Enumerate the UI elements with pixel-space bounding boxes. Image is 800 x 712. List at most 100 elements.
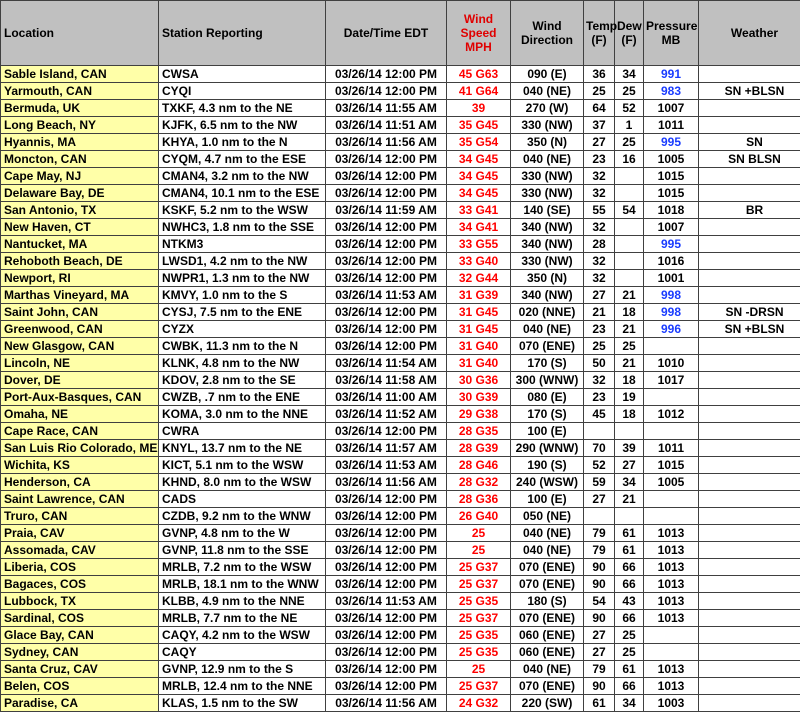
- wind-direction-cell: 070 (ENE): [511, 576, 584, 593]
- table-row: Port-Aux-Basques, CAN CWZB, .7 nm to the…: [1, 389, 800, 406]
- station-cell: MRLB, 7.2 nm to the WSW: [159, 559, 326, 576]
- wind-direction-cell: 270 (W): [511, 100, 584, 117]
- wind-direction-cell: 340 (NW): [511, 236, 584, 253]
- temp-cell: 21: [584, 304, 615, 321]
- table-row: Lubbock, TX KLBB, 4.9 nm to the NNE 03/2…: [1, 593, 800, 610]
- table-row: Delaware Bay, DE CMAN4, 10.1 nm to the E…: [1, 185, 800, 202]
- datetime-cell: 03/26/14 12:00 PM: [326, 644, 447, 661]
- table-row: Praia, CAV GVNP, 4.8 nm to the W 03/26/1…: [1, 525, 800, 542]
- weather-cell: [699, 678, 800, 695]
- weather-cell: [699, 457, 800, 474]
- datetime-cell: 03/26/14 12:00 PM: [326, 661, 447, 678]
- header-weather[interactable]: Weather: [699, 1, 800, 66]
- pressure-cell: 995: [644, 134, 699, 151]
- temp-cell: 27: [584, 134, 615, 151]
- location-cell: Dover, DE: [1, 372, 159, 389]
- wind-direction-cell: 040 (NE): [511, 321, 584, 338]
- table-row: Dover, DE KDOV, 2.8 nm to the SE 03/26/1…: [1, 372, 800, 389]
- table-row: Rehoboth Beach, DE LWSD1, 4.2 nm to the …: [1, 253, 800, 270]
- weather-cell: [699, 355, 800, 372]
- temp-cell: 64: [584, 100, 615, 117]
- header-pressure[interactable]: Pressure MB: [644, 1, 699, 66]
- datetime-cell: 03/26/14 12:00 PM: [326, 66, 447, 83]
- wind-speed-cell: 31 G40: [447, 338, 511, 355]
- location-cell: Delaware Bay, DE: [1, 185, 159, 202]
- temp-cell: 79: [584, 661, 615, 678]
- wind-direction-cell: 040 (NE): [511, 525, 584, 542]
- table-row: Bermuda, UK TXKF, 4.3 nm to the NE 03/26…: [1, 100, 800, 117]
- weather-cell: [699, 491, 800, 508]
- temp-cell: 55: [584, 202, 615, 219]
- location-cell: Wichita, KS: [1, 457, 159, 474]
- table-row: Santa Cruz, CAV GVNP, 12.9 nm to the S 0…: [1, 661, 800, 678]
- weather-cell: [699, 389, 800, 406]
- station-cell: KOMA, 3.0 nm to the NNE: [159, 406, 326, 423]
- table-row: Henderson, CA KHND, 8.0 nm to the WSW 03…: [1, 474, 800, 491]
- wind-speed-cell: 33 G41: [447, 202, 511, 219]
- dew-cell: 25: [615, 338, 644, 355]
- station-cell: KLAS, 1.5 nm to the SW: [159, 695, 326, 712]
- station-cell: CADS: [159, 491, 326, 508]
- datetime-cell: 03/26/14 12:00 PM: [326, 610, 447, 627]
- wind-speed-cell: 33 G55: [447, 236, 511, 253]
- datetime-cell: 03/26/14 11:53 AM: [326, 457, 447, 474]
- location-cell: Sydney, CAN: [1, 644, 159, 661]
- station-cell: CMAN4, 3.2 nm to the NW: [159, 168, 326, 185]
- wind-speed-cell: 25 G37: [447, 610, 511, 627]
- location-cell: Cape May, NJ: [1, 168, 159, 185]
- location-cell: San Luis Rio Colorado, MEX: [1, 440, 159, 457]
- station-cell: CYZX: [159, 321, 326, 338]
- datetime-cell: 03/26/14 11:54 AM: [326, 355, 447, 372]
- pressure-cell: 995: [644, 236, 699, 253]
- datetime-cell: 03/26/14 12:00 PM: [326, 304, 447, 321]
- station-cell: CWSA: [159, 66, 326, 83]
- pressure-cell: 1003: [644, 695, 699, 712]
- header-dew[interactable]: Dew (F): [615, 1, 644, 66]
- table-row: Saint John, CAN CYSJ, 7.5 nm to the ENE …: [1, 304, 800, 321]
- header-location[interactable]: Location: [1, 1, 159, 66]
- wind-speed-cell: 28 G32: [447, 474, 511, 491]
- station-cell: KNYL, 13.7 nm to the NE: [159, 440, 326, 457]
- dew-cell: 52: [615, 100, 644, 117]
- wind-speed-cell: 25 G35: [447, 593, 511, 610]
- datetime-cell: 03/26/14 12:00 PM: [326, 423, 447, 440]
- table-row: Yarmouth, CAN CYQI 03/26/14 12:00 PM 41 …: [1, 83, 800, 100]
- datetime-cell: 03/26/14 12:00 PM: [326, 678, 447, 695]
- datetime-cell: 03/26/14 12:00 PM: [326, 253, 447, 270]
- pressure-cell: [644, 423, 699, 440]
- header-temp[interactable]: Temp (F): [584, 1, 615, 66]
- header-wind-direction[interactable]: Wind Direction: [511, 1, 584, 66]
- wind-speed-cell: 31 G40: [447, 355, 511, 372]
- pressure-cell: 1013: [644, 661, 699, 678]
- temp-cell: 61: [584, 695, 615, 712]
- pressure-cell: 1013: [644, 610, 699, 627]
- table-row: Cape May, NJ CMAN4, 3.2 nm to the NW 03/…: [1, 168, 800, 185]
- location-cell: Yarmouth, CAN: [1, 83, 159, 100]
- temp-cell: 59: [584, 474, 615, 491]
- table-row: Hyannis, MA KHYA, 1.0 nm to the N 03/26/…: [1, 134, 800, 151]
- temp-cell: 90: [584, 610, 615, 627]
- table-row: Nantucket, MA NTKM3 03/26/14 12:00 PM 33…: [1, 236, 800, 253]
- pressure-cell: 1005: [644, 474, 699, 491]
- header-wind-speed[interactable]: Wind Speed MPH: [447, 1, 511, 66]
- weather-cell: [699, 695, 800, 712]
- station-cell: KHYA, 1.0 nm to the N: [159, 134, 326, 151]
- table-row: Liberia, COS MRLB, 7.2 nm to the WSW 03/…: [1, 559, 800, 576]
- weather-cell: [699, 508, 800, 525]
- dew-cell: 27: [615, 457, 644, 474]
- weather-cell: [699, 66, 800, 83]
- table-row: Sardinal, COS MRLB, 7.7 nm to the NE 03/…: [1, 610, 800, 627]
- header-station[interactable]: Station Reporting: [159, 1, 326, 66]
- location-cell: Bermuda, UK: [1, 100, 159, 117]
- wind-speed-cell: 28 G39: [447, 440, 511, 457]
- weather-cell: [699, 406, 800, 423]
- wind-speed-cell: 30 G36: [447, 372, 511, 389]
- location-cell: Lubbock, TX: [1, 593, 159, 610]
- station-cell: GVNP, 4.8 nm to the W: [159, 525, 326, 542]
- temp-cell: 32: [584, 185, 615, 202]
- station-cell: MRLB, 12.4 nm to the NNE: [159, 678, 326, 695]
- station-cell: NWPR1, 1.3 nm to the NW: [159, 270, 326, 287]
- weather-cell: [699, 542, 800, 559]
- station-cell: KMVY, 1.0 nm to the S: [159, 287, 326, 304]
- header-datetime[interactable]: Date/Time EDT: [326, 1, 447, 66]
